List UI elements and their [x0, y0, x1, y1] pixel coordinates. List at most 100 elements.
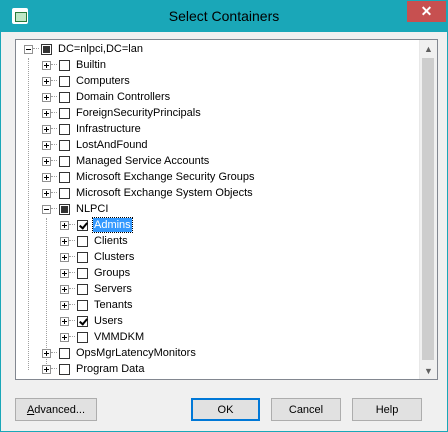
tree-checkbox[interactable] — [59, 203, 70, 215]
root-checkbox[interactable] — [41, 43, 52, 55]
dialog-title: Select Containers — [168, 8, 280, 24]
tree-node-clusters[interactable]: Clusters — [60, 249, 135, 265]
tree-checkbox[interactable] — [77, 283, 88, 295]
tree-connector — [69, 240, 75, 242]
tree-node-opsmgr-latency-monitors[interactable]: OpsMgrLatencyMonitors — [42, 345, 197, 361]
tree-node-label: Computers — [76, 75, 130, 87]
scrollbar-thumb[interactable] — [422, 58, 434, 360]
tree-node-label: Infrastructure — [76, 123, 141, 135]
expand-icon[interactable] — [42, 172, 51, 182]
expand-icon[interactable] — [60, 268, 69, 278]
tree-node-label: Clients — [94, 235, 128, 247]
tree-node-label: LostAndFound — [76, 139, 148, 151]
tree-checkbox[interactable] — [59, 91, 70, 103]
tree-node-groups[interactable]: Groups — [60, 265, 131, 281]
expand-icon[interactable] — [60, 300, 69, 310]
scroll-up-arrow-icon[interactable]: ▲ — [420, 40, 437, 57]
tree-node-label: Program Data — [76, 363, 145, 375]
tree-node-label: Domain Controllers — [76, 91, 171, 103]
tree-node-admins[interactable]: Admins — [60, 217, 133, 233]
tree-connector — [51, 368, 57, 370]
tree-node-label: ForeignSecurityPrincipals — [76, 107, 201, 119]
tree-node-label: VMMDKM — [94, 331, 145, 343]
tree-checkbox[interactable] — [59, 155, 70, 167]
tree-connector — [51, 192, 57, 194]
vertical-scrollbar[interactable]: ▲ ▼ — [419, 40, 437, 379]
help-button[interactable]: Help — [352, 398, 422, 421]
tree-node-vmmdkm[interactable]: VMMDKM — [60, 329, 145, 345]
tree-checkbox[interactable] — [77, 251, 88, 263]
close-button[interactable]: ✕ — [407, 1, 446, 22]
tree-node-managed-service-accounts[interactable]: Managed Service Accounts — [42, 153, 210, 169]
tree-checkbox-checked[interactable] — [77, 219, 88, 231]
tree-node-lost-and-found[interactable]: LostAndFound — [42, 137, 149, 153]
tree-checkbox[interactable] — [59, 187, 70, 199]
tree-node-computers[interactable]: Computers — [42, 73, 131, 89]
cancel-button[interactable]: Cancel — [271, 398, 341, 421]
tree-checkbox[interactable] — [59, 123, 70, 135]
tree-connector — [51, 160, 57, 162]
collapse-icon[interactable] — [42, 204, 51, 214]
expand-icon[interactable] — [42, 60, 51, 70]
tree-node-users[interactable]: Users — [60, 313, 124, 329]
tree-connector — [51, 128, 57, 130]
tree-node-label: Servers — [94, 283, 132, 295]
tree-connector — [69, 272, 75, 274]
ok-button[interactable]: OK — [191, 398, 260, 421]
expand-icon[interactable] — [42, 188, 51, 198]
tree-node-infrastructure[interactable]: Infrastructure — [42, 121, 142, 137]
tree-node-exchange-system-objects[interactable]: Microsoft Exchange System Objects — [42, 185, 254, 201]
tree-checkbox-checked[interactable] — [77, 315, 88, 327]
tree-connector — [69, 288, 75, 290]
expand-icon[interactable] — [60, 220, 69, 230]
tree-checkbox[interactable] — [59, 347, 70, 359]
expand-icon[interactable] — [42, 76, 51, 86]
expand-icon[interactable] — [42, 156, 51, 166]
expand-icon[interactable] — [42, 124, 51, 134]
scroll-down-arrow-icon[interactable]: ▼ — [420, 362, 437, 379]
tree-node-servers[interactable]: Servers — [60, 281, 133, 297]
tree-checkbox[interactable] — [77, 235, 88, 247]
tree-node-exchange-security-groups[interactable]: Microsoft Exchange Security Groups — [42, 169, 256, 185]
tree-checkbox[interactable] — [59, 75, 70, 87]
tree-node-nlpci[interactable]: NLPCI — [42, 201, 109, 217]
expand-icon[interactable] — [60, 284, 69, 294]
tree-checkbox[interactable] — [77, 331, 88, 343]
tree-checkbox[interactable] — [77, 299, 88, 311]
expand-icon[interactable] — [42, 108, 51, 118]
expand-icon[interactable] — [42, 364, 51, 374]
tree-connector — [33, 48, 39, 50]
tree-checkbox[interactable] — [59, 139, 70, 151]
tree-connector — [69, 320, 75, 322]
expand-icon[interactable] — [60, 332, 69, 342]
expand-icon[interactable] — [60, 316, 69, 326]
expand-icon[interactable] — [42, 140, 51, 150]
tree-node-label: Groups — [94, 267, 131, 279]
tree-checkbox[interactable] — [59, 363, 70, 375]
collapse-icon[interactable] — [24, 44, 33, 54]
tree-node-label: Clusters — [94, 251, 135, 263]
expand-icon[interactable] — [60, 252, 69, 262]
tree-connector — [69, 304, 75, 306]
tree-connector-line — [28, 58, 29, 370]
container-tree[interactable]: DC=nlpci,DC=lan Builtin Computers Domain… — [15, 39, 438, 380]
expand-icon[interactable] — [60, 236, 69, 246]
tree-node-label: Managed Service Accounts — [76, 155, 210, 167]
tree-checkbox[interactable] — [77, 267, 88, 279]
tree-node-clients[interactable]: Clients — [60, 233, 129, 249]
tree-node-builtin[interactable]: Builtin — [42, 57, 107, 73]
tree-connector — [51, 112, 57, 114]
expand-icon[interactable] — [42, 92, 51, 102]
tree-checkbox[interactable] — [59, 107, 70, 119]
tree-connector — [51, 208, 57, 210]
advanced-button[interactable]: Advanced... — [15, 398, 97, 421]
tree-node-program-data[interactable]: Program Data — [42, 361, 145, 377]
tree-node-domain-controllers[interactable]: Domain Controllers — [42, 89, 171, 105]
tree-node-tenants[interactable]: Tenants — [60, 297, 134, 313]
tree-connector — [51, 176, 57, 178]
tree-checkbox[interactable] — [59, 59, 70, 71]
tree-node-root[interactable]: DC=nlpci,DC=lan — [24, 41, 144, 57]
tree-checkbox[interactable] — [59, 171, 70, 183]
expand-icon[interactable] — [42, 348, 51, 358]
tree-node-foreign-security-principals[interactable]: ForeignSecurityPrincipals — [42, 105, 202, 121]
